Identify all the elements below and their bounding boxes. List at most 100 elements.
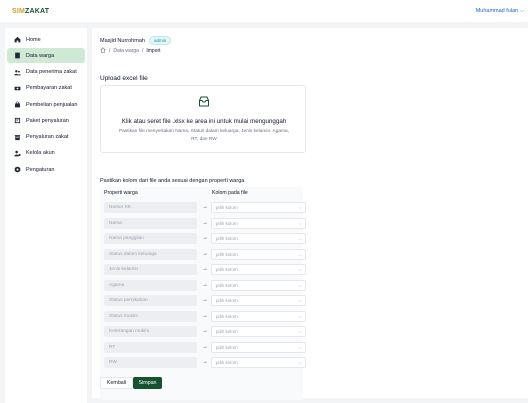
chevron-down-icon: ⌵ [298,267,302,272]
property-field: RT [104,341,197,353]
select-placeholder: pilih kolom [216,298,238,303]
back-button[interactable]: Kembali [100,377,133,389]
sidebar-item-pengaturan[interactable]: Pengaturan [7,162,85,177]
users-icon [14,69,21,76]
sidebar-item-penyaluran-zakat[interactable]: Penyaluran zakat [7,130,85,145]
chevron-down-icon: ⌵ [298,220,302,226]
role-badge: admin [148,36,172,45]
property-field: Nama panggilan [104,233,197,244]
chevron-down-icon: ⌵ [298,360,302,365]
sidebar-item-kelola-akun[interactable]: Kelola akun [7,146,85,161]
arrow-right-icon: → [202,297,208,303]
user-line: Masjid Nurrohmah admin [100,36,172,45]
arrow-right-icon: → [202,219,208,226]
column-select[interactable]: pilih kolom ⌵ [211,217,306,229]
sidebar: Home Data warga Data penerima zakat Pembaya… [5,28,87,403]
breadcrumb-data-warga[interactable]: Data warga [113,48,139,54]
arrow-right-icon: → [202,266,208,272]
mapping-row: RW → pilih kolom ⌵ [104,357,306,368]
header-property: Properti warga [104,190,138,196]
breadcrumb-current: Import [146,48,161,54]
column-select[interactable]: pilih kolom ⌵ [211,279,306,291]
bag-icon [14,101,21,108]
user-menu[interactable]: Muhammad fulan ⌵ [476,8,524,14]
property-field: Agama [104,279,197,291]
arrow-right-icon: → [202,204,208,210]
save-button[interactable]: Simpan [133,377,162,389]
sidebar-item-paket-penyaluran[interactable]: Paket penyaluran [7,113,85,128]
mapping-row: Agama → pilih kolom ⌵ [104,279,306,291]
dropzone-hint: Pastikan file menyertakan Nama, Status d… [118,129,290,142]
arrow-right-icon: → [202,235,208,241]
sidebar-item-home[interactable]: Home [7,32,85,47]
chevron-down-icon: ⌵ [298,205,302,210]
select-placeholder: pilih kolom [216,329,238,334]
column-select[interactable]: pilih kolom ⌵ [211,326,306,337]
file-dropzone[interactable]: Klik atau seret file .xlsx ke area ini u… [100,85,306,153]
mapping-row: Status pernikahan → pilih kolom ⌵ [104,295,306,306]
property-field: Status pernikahan [104,295,197,306]
arrow-right-icon: → [202,343,208,350]
select-placeholder: pilih kolom [216,360,238,365]
mapping-row: Keterangan mukim → pilih kolom ⌵ [104,326,306,337]
chevron-down-icon: ⌵ [298,251,302,257]
chevron-down-icon: ⌵ [298,344,302,350]
select-placeholder: pilih kolom [216,344,238,350]
user-manage-icon [14,150,21,157]
sidebar-item-label: Paket penyaluran [26,117,69,124]
property-field: Status dalam keluarga [104,248,197,260]
sidebar-item-label: Pembelian penjualan [26,101,78,108]
dropzone-text: Klik atau seret file .xlsx ke area ini u… [121,118,287,125]
book-icon [14,52,21,59]
column-select[interactable]: pilih kolom ⌵ [211,341,306,353]
mapping-title: Pastikan kolom dari file anda sesuai den… [100,178,245,184]
sidebar-item-label: Kelola akun [26,150,55,157]
column-select[interactable]: pilih kolom ⌵ [211,357,306,368]
sidebar-item-pembelian-penjualan[interactable]: Pembelian penjualan [7,97,85,112]
property-field: Status mukim [104,310,197,322]
mapping-row: Nama panggilan → pilih kolom ⌵ [104,233,306,244]
column-select[interactable]: pilih kolom ⌵ [211,202,306,213]
property-field: RW [104,357,197,368]
select-placeholder: pilih kolom [216,267,238,272]
property-field: Jenis kelamin [104,264,197,275]
mapping-table: Properti warga Kolom pada file Nomor KK →… [100,187,306,400]
app-logo[interactable]: SIMZAKAT [12,8,49,15]
sidebar-item-label: Data penerima zakat [26,69,77,75]
select-placeholder: pilih kolom [216,236,238,241]
breadcrumb: / Data warga / Import [100,47,161,55]
sidebar-item-data-penerima-zakat[interactable]: Data penerima zakat [7,65,85,80]
column-select[interactable]: pilih kolom ⌵ [211,295,306,306]
home-icon [14,36,21,43]
package-icon [14,117,21,124]
breadcrumb-separator: / [109,48,111,54]
sidebar-item-data-warga[interactable]: Data warga [7,48,85,64]
mapping-row: Status dalam keluarga → pilih kolom ⌵ [104,248,306,260]
page-header: Masjid Nurrohmah admin / Data warga / Im… [92,28,528,58]
sidebar-item-label: Pembayaran zakat [26,85,72,92]
arrow-right-icon: → [202,328,208,334]
property-field: Nomor KK [104,202,197,213]
mapping-row: RT → pilih kolom ⌵ [104,341,306,353]
home-icon[interactable] [100,47,106,55]
column-select[interactable]: pilih kolom ⌵ [211,310,306,322]
main-panel: Masjid Nurrohmah admin / Data warga / Im… [92,28,528,400]
property-field: Keterangan mukim [104,326,197,337]
sidebar-item-pembayaran-zakat[interactable]: Pembayaran zakat [7,81,85,96]
column-select[interactable]: pilih kolom ⌵ [211,264,306,275]
topbar: SIMZAKAT Muhammad fulan ⌵ [0,0,528,22]
mapping-row: Nama → pilih kolom ⌵ [104,217,306,229]
select-placeholder: pilih kolom [216,282,238,288]
chevron-down-icon: ⌵ [298,313,302,319]
mapping-row: Status mukim → pilih kolom ⌵ [104,310,306,322]
breadcrumb-separator: / [141,48,144,54]
header-column: Kolom pada file [212,190,248,196]
sidebar-item-label: Data warga [26,52,55,59]
user-name: Muhammad fulan [475,8,519,14]
mosque-name: Masjid Nurrohmah [100,37,145,44]
column-select[interactable]: pilih kolom ⌵ [211,233,306,244]
select-placeholder: pilih kolom [216,220,238,226]
money-icon [14,85,21,92]
mapping-row: Jenis kelamin → pilih kolom ⌵ [104,264,306,275]
column-select[interactable]: pilih kolom ⌵ [211,248,306,260]
